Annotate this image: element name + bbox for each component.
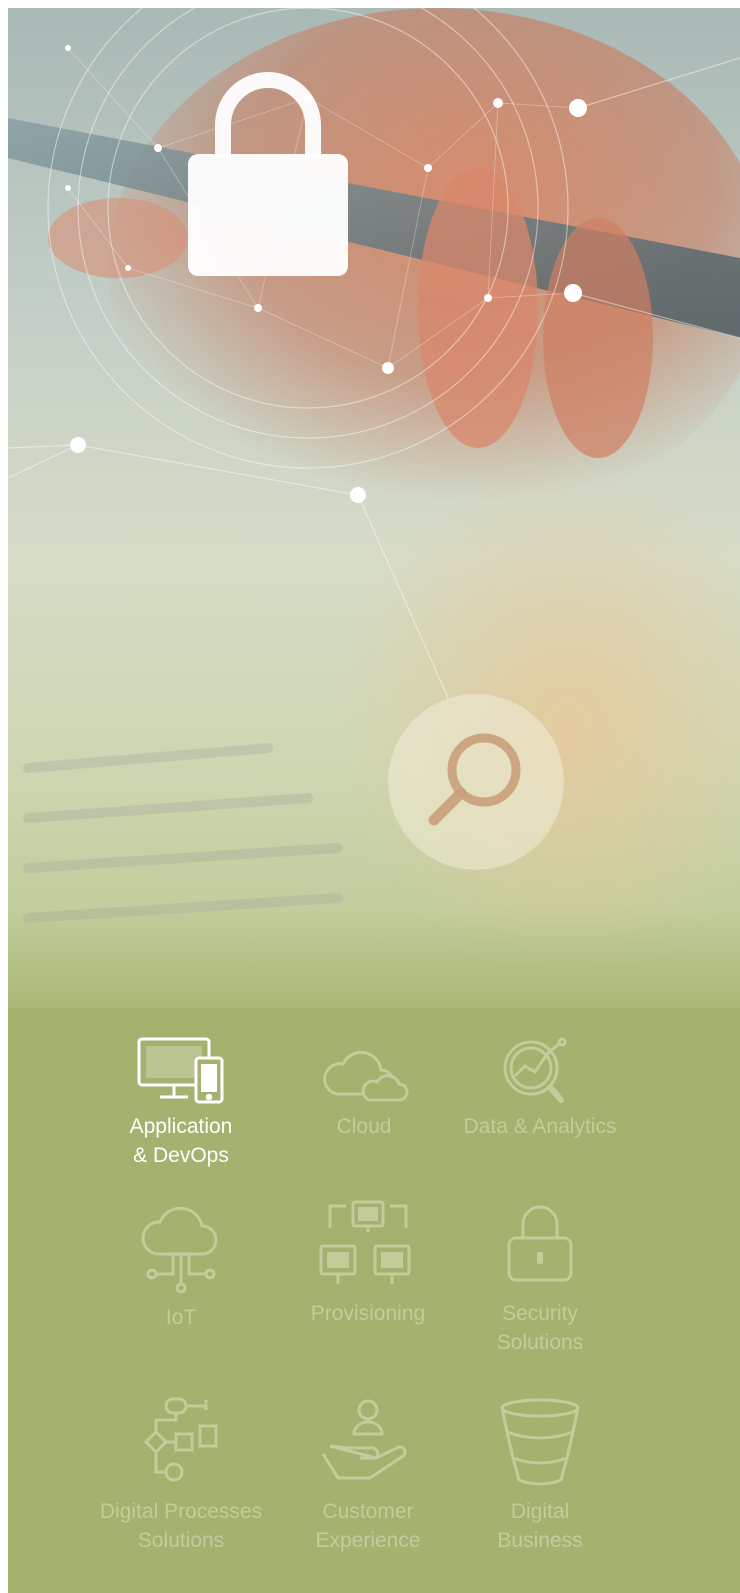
service-label: Security Solutions [496,1302,584,1354]
hero-image [8,8,740,1008]
hero-illustration [8,8,740,988]
panel-fade [8,908,740,1048]
service-label: Customer Experience [315,1500,421,1552]
devices-icon [137,1037,224,1104]
funnel-icon [500,1398,580,1486]
service-customer-experience[interactable]: Customer Experience [278,1396,458,1555]
banner: Application & DevOps Cloud Data & Analyt… [8,8,740,1593]
padlock-icon [507,1205,573,1282]
service-digital-processes[interactable]: Digital Processes Solutions [91,1396,271,1555]
service-provisioning[interactable]: Provisioning [278,1198,458,1328]
flowchart-icon [143,1397,218,1482]
service-label: Digital Business [497,1500,583,1552]
top-edge-bar [55,0,740,8]
network-monitors-icon [319,1200,411,1284]
service-application-devops[interactable]: Application & DevOps [91,1036,271,1170]
service-digital-business[interactable]: Digital Business [450,1396,630,1555]
service-label: Provisioning [310,1302,426,1325]
service-data-analytics[interactable]: Data & Analytics [450,1036,630,1141]
cloud-icon [323,1050,409,1102]
service-label: Digital Processes Solutions [99,1500,263,1552]
service-label: Cloud [336,1115,392,1138]
cloud-circuit-icon [141,1206,218,1294]
service-security-solutions[interactable]: Security Solutions [450,1198,630,1357]
padlock-icon [188,72,348,276]
analytics-magnifier-icon [503,1037,567,1103]
service-iot[interactable]: IoT [91,1202,271,1332]
hand-person-icon [321,1399,407,1480]
service-label: IoT [165,1306,197,1329]
service-cloud[interactable]: Cloud [274,1036,454,1141]
service-label: Data & Analytics [463,1115,617,1138]
service-label: Application & DevOps [129,1115,233,1167]
magnifier-icon [388,694,564,870]
